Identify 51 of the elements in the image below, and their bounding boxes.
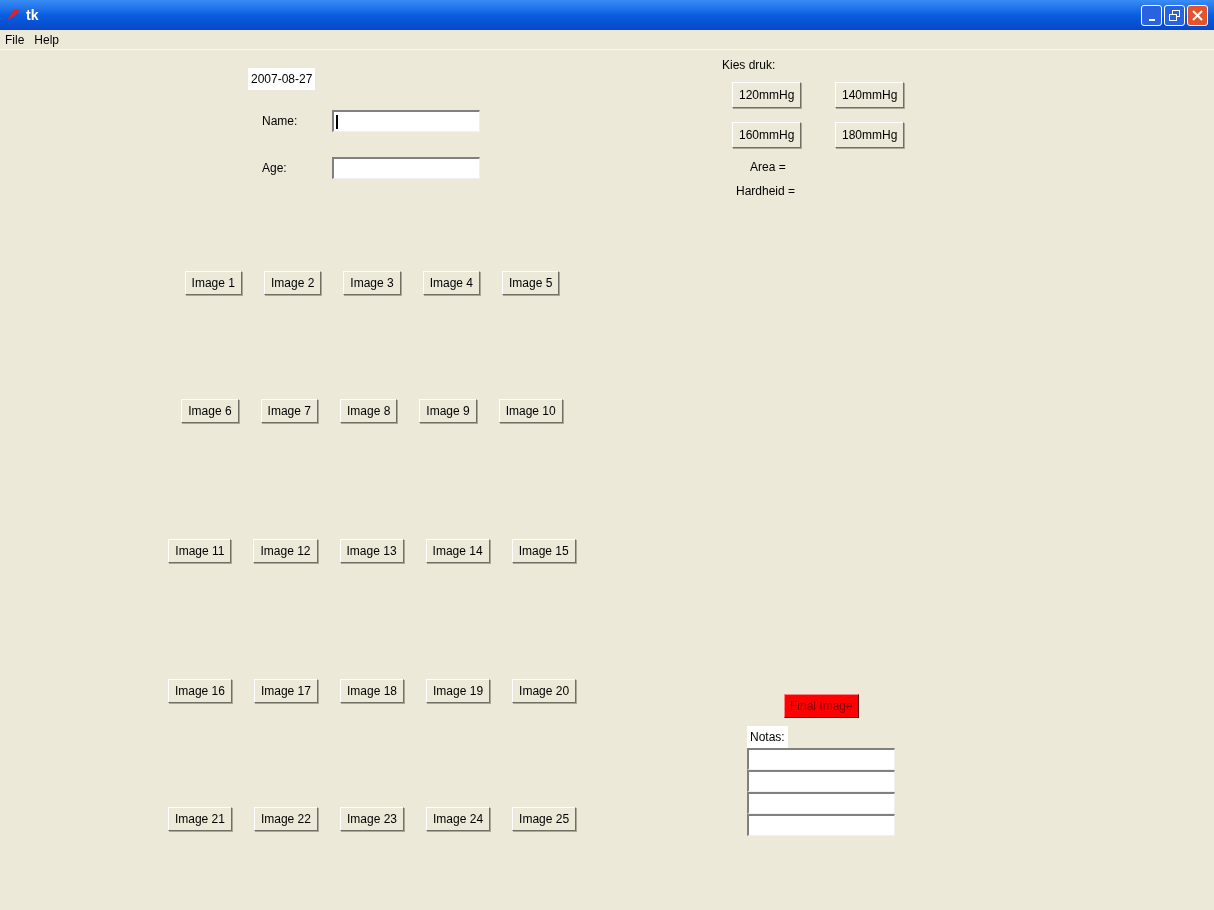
date-label: 2007-08-27 <box>248 68 316 90</box>
image-button[interactable]: Image 14 <box>425 539 490 563</box>
image-button[interactable]: Image 5 <box>502 271 560 295</box>
field-label: Name: <box>261 113 299 130</box>
image-button[interactable]: Image 23 <box>339 807 404 831</box>
image-button[interactable]: Image 10 <box>498 399 563 423</box>
image-button[interactable]: Image 8 <box>339 399 398 423</box>
pressure-button[interactable]: 120mmHg <box>732 82 802 108</box>
image-button[interactable]: Image 1 <box>184 271 242 295</box>
feather-icon <box>6 8 22 22</box>
image-button[interactable]: Image 13 <box>339 539 404 563</box>
notes-field[interactable] <box>747 814 895 836</box>
menu-item[interactable]: File <box>5 30 25 49</box>
image-button[interactable]: Image 12 <box>253 539 318 563</box>
image-button[interactable]: Image 9 <box>419 399 477 423</box>
image-button[interactable]: Image 2 <box>263 271 322 295</box>
notes-label: Notas: <box>747 726 788 748</box>
image-button[interactable]: Image 7 <box>260 399 318 423</box>
pressure-button[interactable]: 140mmHg <box>835 82 905 108</box>
input-field[interactable] <box>332 110 480 132</box>
notes-field[interactable] <box>747 770 895 792</box>
minimize-button[interactable] <box>1141 4 1162 26</box>
close-button[interactable] <box>1187 4 1208 26</box>
image-button[interactable]: Image 22 <box>253 807 318 831</box>
pressure-button[interactable]: 160mmHg <box>732 122 802 148</box>
image-button[interactable]: Image 16 <box>167 679 232 703</box>
field-label: Age: <box>261 160 288 177</box>
menu-item[interactable]: Help <box>34 30 60 49</box>
image-button[interactable]: Image 15 <box>511 539 576 563</box>
notes-field[interactable] <box>747 748 895 770</box>
image-button[interactable]: Image 6 <box>181 399 239 423</box>
input-field[interactable] <box>332 157 480 179</box>
restore-button[interactable] <box>1164 4 1185 26</box>
result-label: Hardheid = <box>736 183 796 200</box>
pressure-button[interactable]: 180mmHg <box>835 122 905 148</box>
close-icon <box>1192 9 1203 21</box>
restore-icon <box>1169 9 1180 21</box>
image-button[interactable]: Image 3 <box>343 271 401 295</box>
image-button[interactable]: Image 18 <box>339 679 404 703</box>
image-button[interactable]: Image 21 <box>167 807 232 831</box>
pressure-label: Kies druk: <box>722 57 777 74</box>
window-title: tk <box>26 5 39 25</box>
image-button[interactable]: Image 25 <box>512 807 577 831</box>
notes-field[interactable] <box>747 792 895 814</box>
image-button[interactable]: Image 4 <box>422 271 481 295</box>
image-button[interactable]: Image 17 <box>253 679 318 703</box>
image-button[interactable]: Image 19 <box>426 679 491 703</box>
image-button[interactable]: Image 24 <box>426 807 491 831</box>
image-button[interactable]: Image 11 <box>168 539 232 563</box>
result-label: Area = <box>749 159 786 176</box>
image-button[interactable]: Image 20 <box>512 679 577 703</box>
